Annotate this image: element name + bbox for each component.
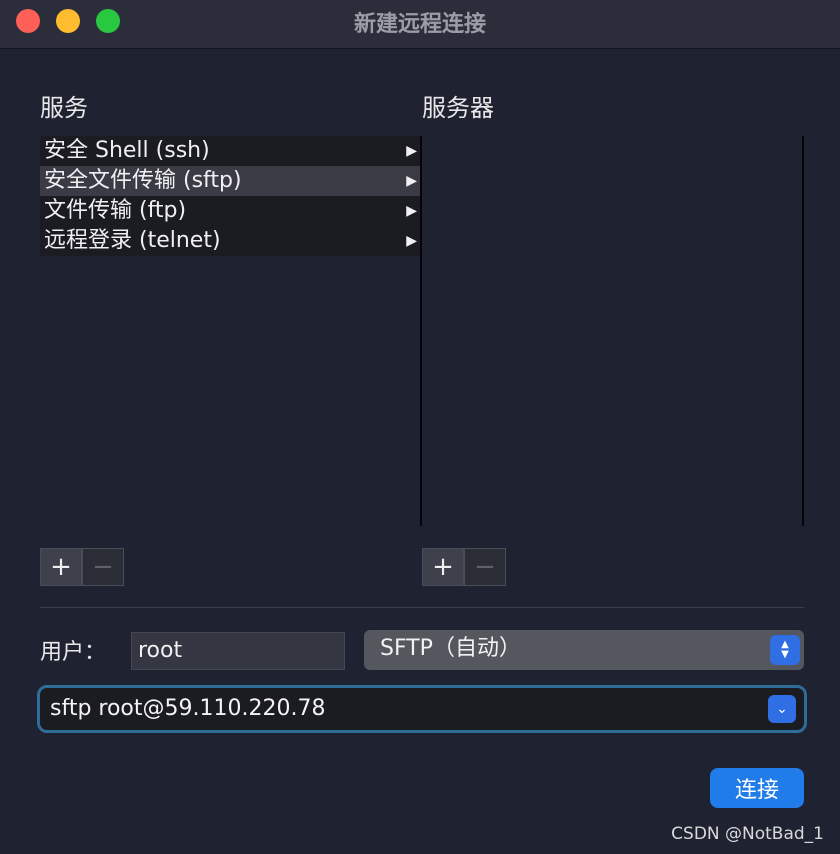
minus-icon: − [92,552,114,582]
add-server-button[interactable]: + [422,548,464,586]
remove-server-button[interactable]: − [464,548,506,586]
services-list: 安全 Shell (ssh) ▶ 安全文件传输 (sftp) ▶ 文件传输 (f… [40,136,420,256]
service-item-telnet[interactable]: 远程登录 (telnet) ▶ [40,226,420,256]
plus-icon: + [432,552,454,582]
service-item-sftp[interactable]: 安全文件传输 (sftp) ▶ [40,166,420,196]
arrow-right-icon: ▶ [406,173,417,189]
title-bar: 新建远程连接 [0,0,840,49]
user-input[interactable]: root [131,632,345,670]
chevron-down-icon[interactable]: ⌄ [768,695,796,723]
protocol-select[interactable]: SFTP（自动） ▲ ▼ [364,630,804,670]
plus-icon: + [50,552,72,582]
arrow-right-icon: ▶ [406,143,417,159]
connect-button[interactable]: 连接 [710,768,804,808]
service-item-label: 远程登录 (telnet) [44,228,221,253]
column-divider [420,136,422,526]
chevron-down-icon: ▼ [781,649,789,660]
service-item-ftp[interactable]: 文件传输 (ftp) ▶ [40,196,420,226]
service-item-label: 文件传输 (ftp) [44,198,187,223]
service-item-label: 安全 Shell (ssh) [44,138,210,163]
minus-icon: − [474,552,496,582]
arrow-right-icon: ▶ [406,203,417,219]
separator [40,607,804,608]
command-input[interactable]: sftp root@59.110.220.78 [50,696,325,721]
window-title: 新建远程连接 [353,12,486,37]
command-combobox[interactable]: sftp root@59.110.220.78 ⌄ [37,685,807,733]
add-service-button[interactable]: + [40,548,82,586]
service-item-ssh[interactable]: 安全 Shell (ssh) ▶ [40,136,420,166]
protocol-select-value: SFTP（自动） [380,636,521,661]
remove-service-button[interactable]: − [82,548,124,586]
arrow-right-icon: ▶ [406,233,417,249]
servers-label: 服务器 [422,94,494,122]
service-item-label: 安全文件传输 (sftp) [44,168,242,193]
watermark: CSDN @NotBad_1 [671,824,824,844]
column-divider [802,136,804,526]
servers-button-group: + − [422,548,506,586]
updown-stepper-icon[interactable]: ▲ ▼ [770,635,800,665]
services-label: 服务 [40,94,88,122]
services-button-group: + − [40,548,124,586]
user-label: 用户： [40,640,107,665]
